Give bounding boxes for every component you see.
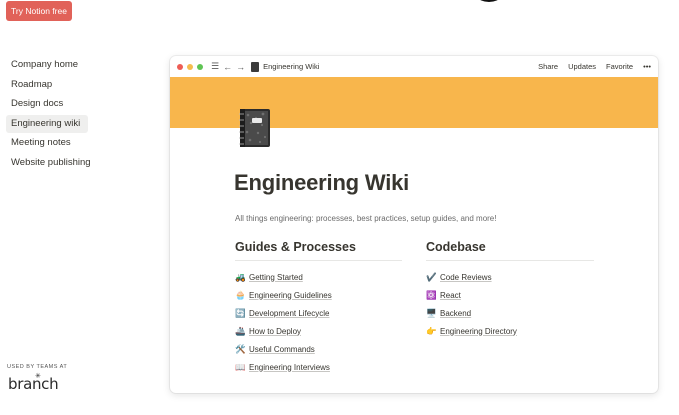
- link-code-reviews[interactable]: ✔️ Code Reviews: [426, 268, 594, 286]
- tractor-icon: 🚜: [235, 271, 246, 282]
- link-engineering-guidelines[interactable]: 🧁 Engineering Guidelines: [235, 286, 402, 304]
- notebook-icon: [239, 109, 270, 147]
- sidebar-item-roadmap[interactable]: Roadmap: [6, 76, 88, 94]
- titlebar-actions: Share Updates Favorite •••: [538, 62, 651, 71]
- link-label: React: [440, 290, 461, 300]
- minimize-dot-icon[interactable]: [187, 63, 193, 70]
- check-mark-icon: ✔️: [426, 271, 437, 282]
- pointing-hand-icon: 👉: [426, 325, 437, 336]
- link-engineering-directory[interactable]: 👉 Engineering Directory: [426, 322, 594, 340]
- breadcrumb-label: Engineering Wiki: [263, 62, 320, 71]
- forward-arrow-icon[interactable]: →: [236, 62, 245, 72]
- link-label: How to Deploy: [249, 326, 302, 336]
- link-label: Backend: [440, 308, 472, 318]
- window-titlebar: ☰ ← → Engineering Wiki Share Updates Fav…: [170, 56, 658, 77]
- link-how-to-deploy[interactable]: 🚢 How to Deploy: [235, 322, 402, 340]
- maximize-dot-icon[interactable]: [197, 63, 203, 70]
- link-backend[interactable]: 🖥️ Backend: [426, 304, 594, 322]
- link-engineering-interviews[interactable]: 📖 Engineering Interviews: [235, 358, 402, 376]
- ship-icon: 🚢: [235, 325, 246, 336]
- link-label: Code Reviews: [440, 272, 492, 282]
- updates-button[interactable]: Updates: [568, 62, 596, 71]
- link-useful-commands[interactable]: 🛠️ Useful Commands: [235, 340, 402, 358]
- favorite-button[interactable]: Favorite: [606, 62, 633, 71]
- cupcake-icon: 🧁: [235, 289, 246, 300]
- used-by-label: USED BY TEAMS AT: [7, 364, 68, 370]
- menu-icon[interactable]: ☰: [211, 61, 219, 72]
- tools-icon: 🛠️: [235, 343, 246, 354]
- cycle-icon: 🔄: [235, 307, 246, 318]
- page-title: Engineering Wiki: [234, 170, 410, 195]
- breadcrumb[interactable]: Engineering Wiki: [251, 61, 320, 72]
- sidebar-item-design-docs[interactable]: Design docs: [6, 95, 88, 113]
- branch-logo: branch: [8, 375, 59, 393]
- page-subtitle: All things engineering: processes, best …: [235, 214, 497, 223]
- guides-column: Guides & Processes 🚜 Getting Started 🧁 E…: [235, 240, 402, 376]
- back-arrow-icon[interactable]: ←: [223, 62, 232, 72]
- guides-heading: Guides & Processes: [235, 240, 402, 261]
- notebook-icon: [251, 61, 260, 72]
- sidebar-item-engineering-wiki[interactable]: Engineering wiki: [6, 114, 88, 133]
- codebase-heading: Codebase: [426, 240, 594, 261]
- open-book-icon: 📖: [235, 361, 246, 372]
- sidebar: Company home Roadmap Design docs Enginee…: [6, 56, 91, 173]
- close-dot-icon[interactable]: [177, 63, 183, 70]
- more-options-icon[interactable]: •••: [643, 62, 651, 71]
- link-label: Engineering Directory: [440, 326, 517, 336]
- link-label: Getting Started: [249, 272, 303, 282]
- decorative-arc: [469, 0, 509, 2]
- try-notion-free-button[interactable]: Try Notion free: [6, 1, 72, 21]
- link-development-lifecycle[interactable]: 🔄 Development Lifecycle: [235, 304, 402, 322]
- link-react[interactable]: ⚛️ React: [426, 286, 594, 304]
- link-label: Engineering Interviews: [249, 362, 330, 372]
- atom-icon: ⚛️: [426, 289, 437, 300]
- branch-logo-mark-icon: ✳: [35, 373, 41, 380]
- desktop-computer-icon: 🖥️: [426, 307, 437, 318]
- link-getting-started[interactable]: 🚜 Getting Started: [235, 268, 402, 286]
- codebase-column: Codebase ✔️ Code Reviews ⚛️ React 🖥️ Bac…: [426, 240, 594, 340]
- sidebar-item-meeting-notes[interactable]: Meeting notes: [6, 134, 88, 152]
- link-label: Development Lifecycle: [249, 308, 330, 318]
- share-button[interactable]: Share: [538, 62, 558, 71]
- sidebar-item-company-home[interactable]: Company home: [6, 56, 88, 74]
- link-label: Engineering Guidelines: [249, 290, 332, 300]
- link-label: Useful Commands: [249, 344, 315, 354]
- app-window: ☰ ← → Engineering Wiki Share Updates Fav…: [170, 56, 658, 393]
- sidebar-item-website-publishing[interactable]: Website publishing: [6, 154, 91, 172]
